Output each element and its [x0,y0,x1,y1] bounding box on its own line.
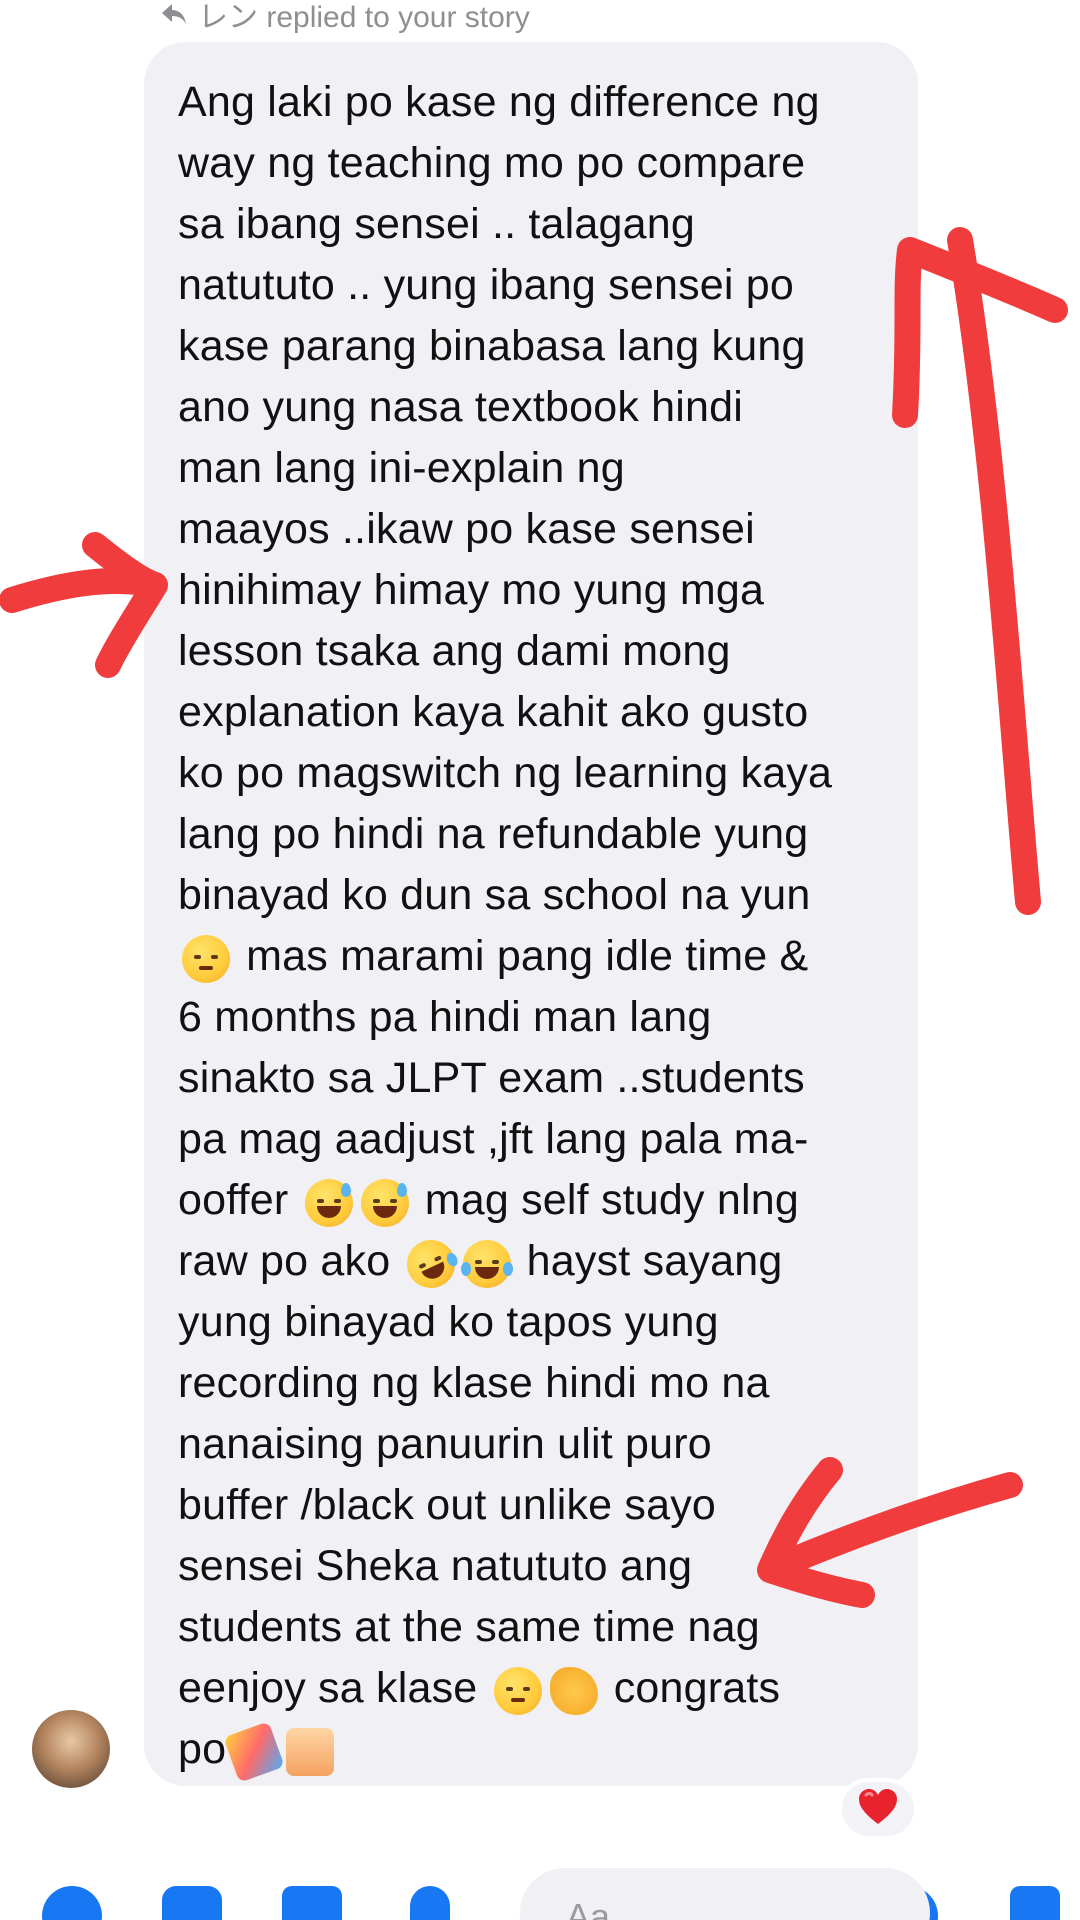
annotation-arrow-left [0,532,168,678]
sweat-smile-icon [304,1178,353,1227]
message-line-text: mas marami pang idle time & [234,932,809,980]
message-line: recording ng klase hindi mo na [178,1359,770,1407]
message-line: sa ibang sensei .. talagang [178,200,695,248]
message-input-placeholder: Aa [566,1896,611,1920]
message-line: hinihimay himay mo yung mga [178,566,765,614]
gift-icon [286,1727,335,1776]
tears-of-joy-icon [460,1239,513,1288]
reply-header: レン replied to your story [160,0,530,34]
message-line: way ng teaching mo po compare [178,139,806,187]
saluting-face-icon [493,1666,542,1715]
message-line: lang po hindi na refundable yung [178,810,809,858]
message-line: sinakto sa JLPT exam ..students [178,1054,805,1102]
message-reaction[interactable] [838,1778,918,1840]
message-line: kase parang binabasa lang kung [178,322,806,370]
message-line-with-emoji: po [178,1719,338,1783]
message-line: pa mag aadjust ,jft lang pala ma- [178,1115,809,1163]
message-line: man lang ini-explain ng [178,444,625,492]
rolling-laughing-icon [398,1231,463,1296]
message-line: lesson tsaka ang dami mong [178,627,731,675]
reply-arrow-icon [160,2,188,26]
message-line: yung binayad ko tapos yung [178,1298,719,1346]
message-line-text: raw po ako [178,1237,391,1285]
pensive-face-icon [182,934,230,983]
message-line-text: po [178,1725,227,1773]
camera-icon[interactable] [162,1886,222,1920]
message-line: ano yung nasa textbook hindi [178,383,744,431]
message-line: buffer /black out unlike sayo [178,1481,717,1529]
sender-avatar[interactable] [32,1710,110,1788]
message-line: sensei Sheka natututo ang [178,1542,693,1590]
handshake-icon [549,1666,598,1715]
message-line-with-emoji: ooffer mag self study nlng [178,1170,799,1230]
story-reply-screen: レン replied to your story Ang laki po kas… [0,0,1080,1920]
message-line: Ang laki po kase ng difference ng [178,78,820,126]
message-line-text: ooffer [178,1176,289,1224]
message-line-text: hayst sayang [514,1237,783,1285]
mic-icon[interactable] [410,1886,450,1920]
sweat-smile-icon [360,1178,409,1227]
party-popper-icon [223,1720,285,1783]
message-line: explanation kaya kahit ako gusto [178,688,809,736]
message-line-with-emoji: eenjoy sa klase congrats [178,1658,780,1718]
heart-icon [857,1788,899,1831]
message-line: students at the same time nag [178,1603,760,1651]
message-line: natututo .. yung ibang sensei po [178,261,795,309]
message-line: nanaising panuurin ulit puro [178,1420,712,1468]
message-line-text: mag self study nlng [412,1176,799,1224]
annotation-arrow-up [892,227,1068,915]
message-line-text: congrats [601,1664,781,1712]
message-line-with-emoji: raw po ako hayst sayang [178,1231,783,1296]
plus-icon[interactable] [42,1886,102,1920]
message-line-text: eenjoy sa klase [178,1664,478,1712]
message-line: ko po magswitch ng learning kaya [178,749,833,797]
message-line: maayos ..ikaw po kase sensei [178,505,755,553]
message-line-with-emoji: mas marami pang idle time & [178,926,808,986]
like-icon[interactable] [1010,1886,1060,1920]
reply-header-text: レン replied to your story [198,1,530,34]
message-line: 6 months pa hindi man lang [178,993,712,1041]
message-line: binayad ko dun sa school na yun [178,871,811,919]
gallery-icon[interactable] [282,1886,342,1920]
